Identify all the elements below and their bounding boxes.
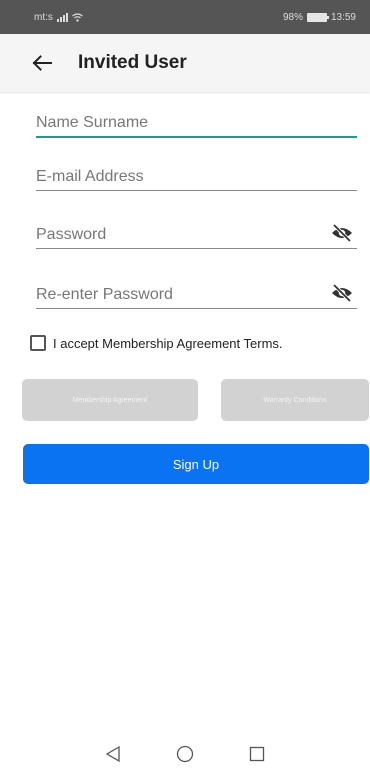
sign-up-label: Sign Up	[172, 456, 220, 472]
wifi-icon	[72, 12, 83, 22]
warranty-conditions-label: Warranty Conditions	[263, 396, 327, 404]
triangle-back-icon	[105, 745, 120, 762]
email-field	[36, 155, 357, 191]
password-visibility-toggle[interactable]	[329, 221, 355, 245]
reenter-password-input[interactable]	[36, 286, 329, 308]
carrier-label: mt:s	[34, 11, 53, 23]
circle-home-icon	[176, 745, 194, 762]
clock: 13:59	[330, 11, 356, 23]
eye-off-icon	[332, 224, 352, 242]
square-recents-icon	[249, 746, 265, 761]
terms-checkbox[interactable]	[30, 335, 46, 351]
nav-home-button[interactable]	[172, 741, 198, 767]
sign-up-button[interactable]: Sign Up	[23, 444, 369, 484]
eye-off-icon	[332, 284, 352, 302]
reenter-password-field	[36, 273, 357, 309]
terms-row: I accept Membership Agreement Terms.	[30, 335, 283, 351]
membership-agreement-label: Membership Agreement	[72, 396, 148, 404]
battery-icon	[306, 12, 329, 22]
membership-agreement-button[interactable]: Membership Agreement	[22, 379, 198, 421]
battery-percent: 98%	[282, 11, 303, 23]
status-right: 98% 13:59	[283, 12, 356, 23]
app-bar: Invited User	[0, 34, 370, 92]
warranty-conditions-button[interactable]: Warranty Conditions	[221, 379, 369, 421]
signal-icon	[56, 12, 68, 22]
terms-label: I accept Membership Agreement Terms.	[53, 335, 283, 351]
back-button[interactable]	[22, 43, 62, 83]
system-nav-bar	[0, 736, 370, 771]
status-bar: mt:s 98% 13:59	[0, 0, 370, 34]
status-left: mt:s	[34, 12, 83, 23]
arrow-left-icon	[32, 55, 52, 71]
password-input[interactable]	[36, 226, 329, 248]
page-title: Invited User	[78, 52, 187, 73]
name-input[interactable]	[36, 114, 357, 136]
password-field	[36, 213, 357, 249]
reenter-password-visibility-toggle[interactable]	[329, 281, 355, 305]
name-field	[36, 102, 357, 138]
email-input[interactable]	[36, 168, 357, 190]
nav-back-button[interactable]	[100, 741, 126, 767]
nav-recents-button[interactable]	[244, 741, 270, 767]
